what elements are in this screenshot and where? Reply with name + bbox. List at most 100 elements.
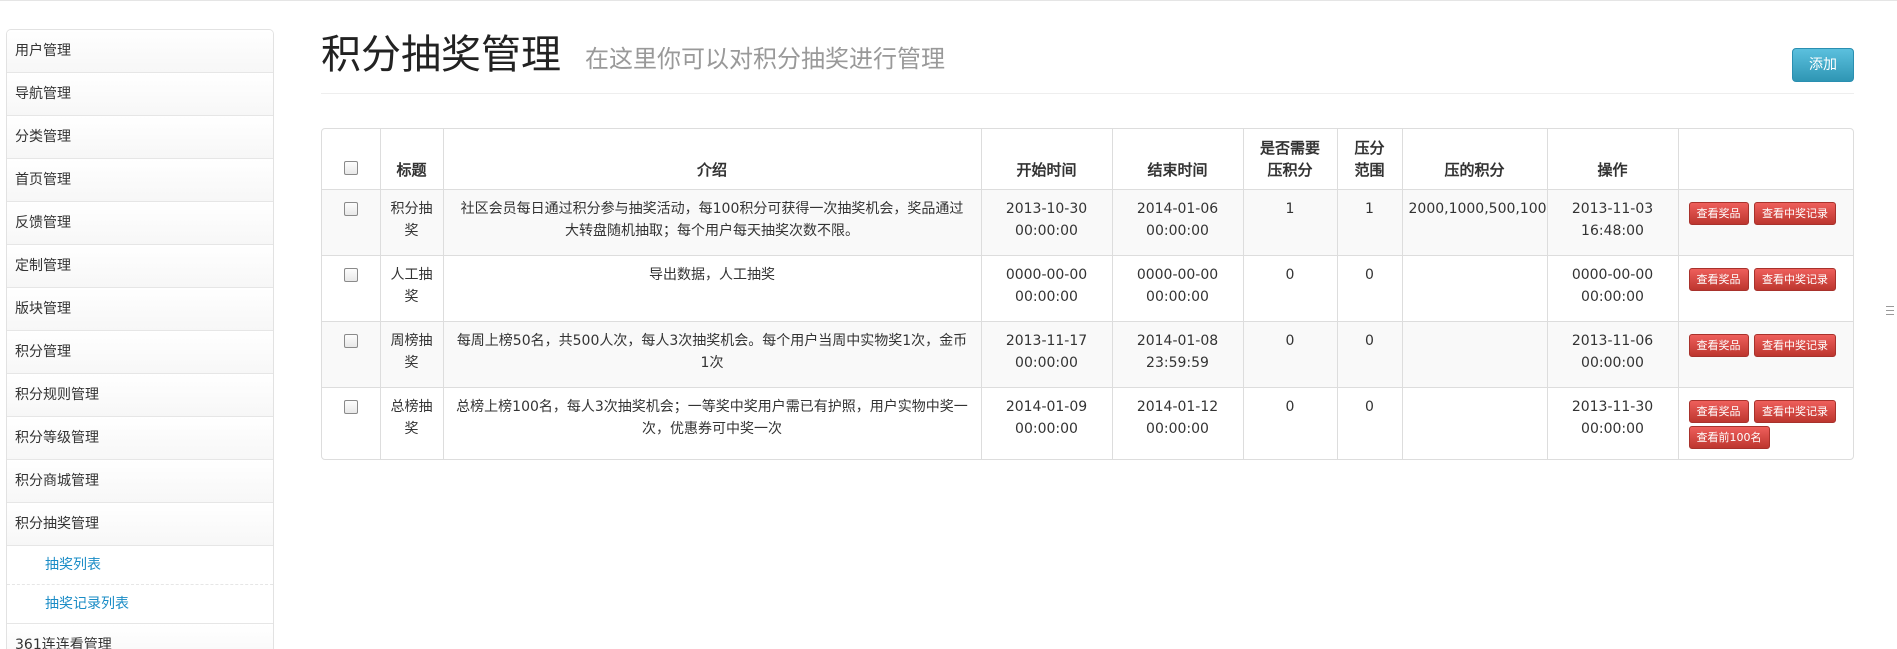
row-start-time: 0000-00-00 00:00:00 (980, 255, 1112, 322)
sidebar-item-points-mall[interactable]: 积分商城管理 (7, 460, 273, 503)
header-divider (321, 93, 1854, 94)
column-header-range: 压分 范围 (1336, 129, 1402, 190)
row-end-clock: 23:59:59 (1146, 355, 1209, 371)
row-points (1401, 387, 1547, 459)
sidebar-item-points[interactable]: 积分管理 (7, 331, 273, 374)
row-actions: 查看奖品 查看中奖记录 (1677, 255, 1853, 322)
row-start-time: 2013-11-17 00:00:00 (980, 321, 1112, 388)
row-select-cell (322, 189, 380, 256)
row-start-date: 2013-10-30 (1005, 201, 1088, 217)
row-created-time: 2013-11-03 16:48:00 (1546, 189, 1678, 256)
sidebar-item-navigation[interactable]: 导航管理 (7, 73, 273, 116)
row-end-date: 2014-01-12 (1136, 399, 1219, 415)
row-created-clock: 00:00:00 (1581, 355, 1644, 371)
column-header-intro: 介绍 (442, 129, 981, 190)
row-created-clock: 00:00:00 (1581, 289, 1644, 305)
row-select-cell (322, 321, 380, 388)
row-created-clock: 00:00:00 (1581, 421, 1644, 437)
sidebar-item-sections[interactable]: 版块管理 (7, 288, 273, 331)
view-win-records-button[interactable]: 查看中奖记录 (1753, 268, 1836, 291)
sidebar-subitem-lottery-list[interactable]: 抽奖列表 (7, 546, 273, 585)
row-created-time: 2013-11-30 00:00:00 (1546, 387, 1678, 459)
row-range: 0 (1336, 321, 1402, 388)
row-intro: 每周上榜50名，共500人次，每人3次抽奖机会。每个用户当周中实物奖1次，金币1… (442, 321, 981, 388)
row-start-clock: 00:00:00 (1015, 355, 1078, 371)
row-end-time: 2014-01-08 23:59:59 (1111, 321, 1243, 388)
view-prizes-button[interactable]: 查看奖品 (1688, 400, 1749, 423)
column-header-title: 标题 (379, 129, 443, 190)
row-checkbox[interactable] (343, 268, 358, 282)
row-start-date: 0000-00-00 (1005, 267, 1088, 283)
view-win-records-button[interactable]: 查看中奖记录 (1753, 202, 1836, 225)
select-all-checkbox[interactable] (343, 161, 358, 175)
sidebar-item-points-lottery[interactable]: 积分抽奖管理 (7, 503, 273, 546)
page-title: 积分抽奖管理 (321, 32, 561, 78)
row-range: 0 (1336, 387, 1402, 459)
row-end-clock: 00:00:00 (1146, 289, 1209, 305)
row-actions: 查看奖品 查看中奖记录 (1677, 189, 1853, 256)
row-need-points: 0 (1242, 321, 1337, 388)
sidebar-item-361-game[interactable]: 361连连看管理 (7, 624, 273, 649)
view-win-records-button[interactable]: 查看中奖记录 (1753, 334, 1836, 357)
row-range: 0 (1336, 255, 1402, 322)
row-end-date: 0000-00-00 (1136, 267, 1219, 283)
resize-grip-icon[interactable] (1886, 306, 1894, 318)
row-intro: 总榜上榜100名，每人3次抽奖机会；一等奖中奖用户需已有护照，用户实物中奖一次，… (442, 387, 981, 459)
row-created-time: 2013-11-06 00:00:00 (1546, 321, 1678, 388)
table-row: 总榜抽奖 总榜上榜100名，每人3次抽奖机会；一等奖中奖用户需已有护照，用户实物… (322, 387, 1853, 459)
row-checkbox[interactable] (343, 400, 358, 414)
column-header-range-line2: 范围 (1354, 161, 1385, 179)
sidebar-item-custom[interactable]: 定制管理 (7, 245, 273, 288)
row-end-time: 2014-01-06 00:00:00 (1111, 189, 1243, 256)
sidebar-item-points-levels[interactable]: 积分等级管理 (7, 417, 273, 460)
row-end-clock: 00:00:00 (1146, 223, 1209, 239)
row-created-date: 0000-00-00 (1571, 267, 1654, 283)
row-start-time: 2013-10-30 00:00:00 (980, 189, 1112, 256)
row-points (1401, 321, 1547, 388)
row-start-clock: 00:00:00 (1015, 289, 1078, 305)
sidebar-item-homepage[interactable]: 首页管理 (7, 159, 273, 202)
view-prizes-button[interactable]: 查看奖品 (1688, 334, 1749, 357)
row-end-time: 2014-01-12 00:00:00 (1111, 387, 1243, 459)
column-header-points: 压的积分 (1401, 129, 1547, 190)
row-checkbox[interactable] (343, 202, 358, 216)
view-prizes-button[interactable]: 查看奖品 (1688, 268, 1749, 291)
row-need-points: 0 (1242, 387, 1337, 459)
table-header-row: 标题 介绍 开始时间 结束时间 是否需要压积分 压分 范围 压的积分 操作 (322, 129, 1853, 190)
row-end-time: 0000-00-00 00:00:00 (1111, 255, 1243, 322)
row-created-date: 2013-11-30 (1571, 399, 1654, 415)
sidebar-subitem-lottery-records[interactable]: 抽奖记录列表 (7, 585, 273, 624)
row-select-cell (322, 387, 380, 459)
table-row: 周榜抽奖 每周上榜50名，共500人次，每人3次抽奖机会。每个用户当周中实物奖1… (322, 321, 1853, 388)
view-prizes-button[interactable]: 查看奖品 (1688, 202, 1749, 225)
view-top-100-button[interactable]: 查看前100名 (1688, 426, 1770, 449)
sidebar-item-feedback[interactable]: 反馈管理 (7, 202, 273, 245)
row-actions: 查看奖品 查看中奖记录 (1677, 321, 1853, 388)
column-header-need-line2: 压积分 (1267, 161, 1313, 179)
row-start-date: 2014-01-09 (1005, 399, 1088, 415)
row-select-cell (322, 255, 380, 322)
column-header-need-line1: 是否需要 (1259, 139, 1320, 157)
column-header-end-time: 结束时间 (1111, 129, 1243, 190)
row-start-clock: 00:00:00 (1015, 421, 1078, 437)
row-points: 2000,1000,500,100 (1401, 189, 1547, 256)
sidebar-item-categories[interactable]: 分类管理 (7, 116, 273, 159)
row-need-points: 1 (1242, 189, 1337, 256)
row-checkbox[interactable] (343, 334, 358, 348)
add-button[interactable]: 添加 (1792, 48, 1854, 82)
top-border (0, 0, 1897, 1)
column-header-start-time: 开始时间 (980, 129, 1112, 190)
sidebar-item-users[interactable]: 用户管理 (7, 30, 273, 73)
row-actions: 查看奖品 查看中奖记录 查看前100名 (1677, 387, 1853, 459)
row-title: 积分抽奖 (379, 189, 443, 256)
view-win-records-button[interactable]: 查看中奖记录 (1753, 400, 1836, 423)
sidebar-item-points-rules[interactable]: 积分规则管理 (7, 374, 273, 417)
row-created-clock: 16:48:00 (1581, 223, 1644, 239)
row-end-clock: 00:00:00 (1146, 421, 1209, 437)
page-subtitle: 在这里你可以对积分抽奖进行管理 (585, 45, 945, 73)
row-created-date: 2013-11-06 (1571, 333, 1654, 349)
column-header-ops: 操作 (1546, 129, 1678, 190)
row-intro: 社区会员每日通过积分参与抽奖活动，每100积分可获得一次抽奖机会，奖品通过大转盘… (442, 189, 981, 256)
row-start-date: 2013-11-17 (1005, 333, 1088, 349)
row-created-time: 0000-00-00 00:00:00 (1546, 255, 1678, 322)
